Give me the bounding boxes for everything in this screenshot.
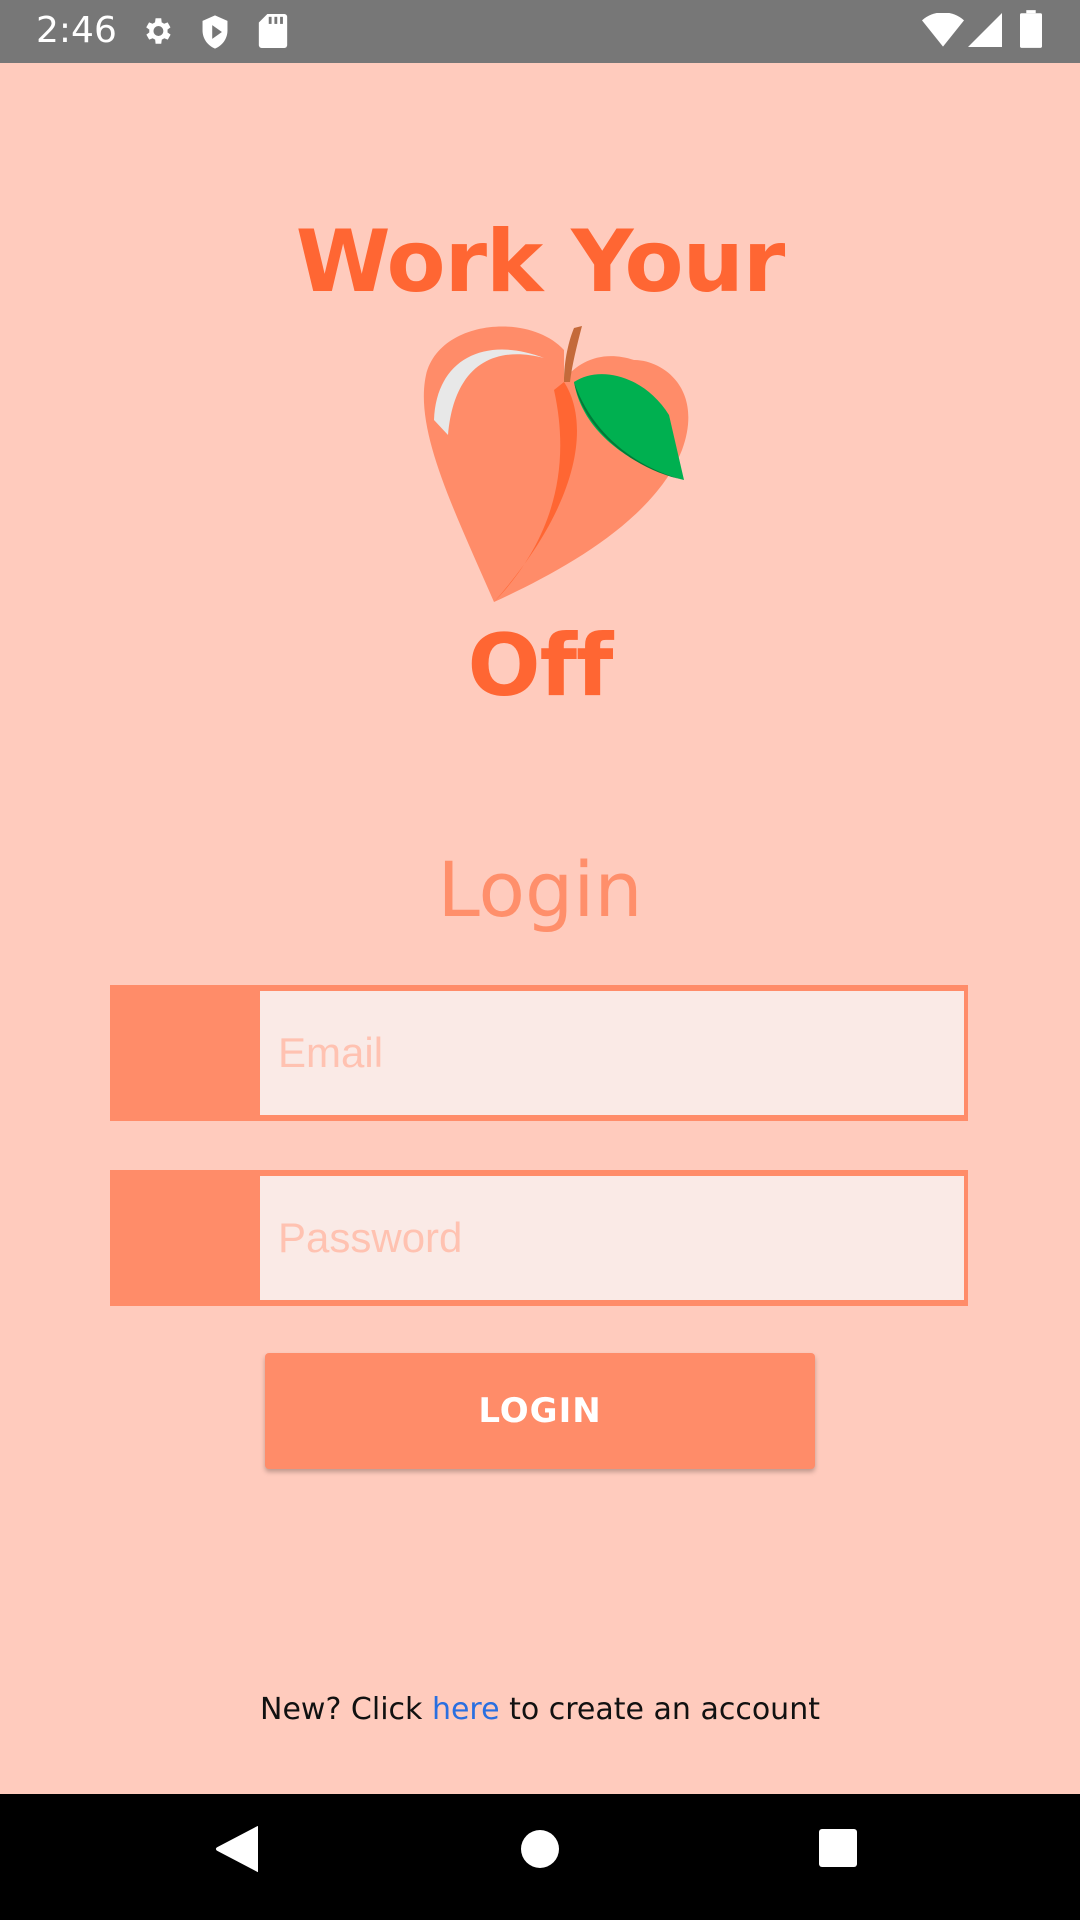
home-icon[interactable] xyxy=(519,1828,561,1874)
app-title-top: Work Your xyxy=(295,212,786,312)
email-field xyxy=(110,985,968,1121)
email-input[interactable] xyxy=(260,991,964,1115)
sd-card-icon xyxy=(258,14,288,52)
signup-suffix: to create an account xyxy=(499,1692,820,1727)
login-screen: 2:46 Work Your Off Login Email LOGIN New… xyxy=(0,0,1080,1920)
signup-prefix: New? Click xyxy=(260,1692,432,1727)
password-input[interactable] xyxy=(260,1176,964,1300)
settings-icon xyxy=(140,14,174,52)
back-icon[interactable] xyxy=(214,1824,260,1878)
signup-prompt: New? Click here to create an account xyxy=(0,1688,1080,1732)
peach-icon xyxy=(414,320,694,610)
app-title-bottom: Off xyxy=(467,616,614,716)
status-time: 2:46 xyxy=(36,10,117,51)
navigation-bar xyxy=(0,1794,1080,1920)
login-button[interactable]: LOGIN xyxy=(265,1353,815,1469)
shield-icon xyxy=(198,14,232,54)
battery-icon xyxy=(1020,10,1042,52)
signal-icon xyxy=(968,13,1002,51)
password-field xyxy=(110,1170,968,1306)
login-heading: Login xyxy=(437,845,643,934)
status-bar: 2:46 xyxy=(0,0,1080,63)
signup-link[interactable]: here xyxy=(432,1692,500,1727)
wifi-icon xyxy=(922,12,964,51)
recents-icon[interactable] xyxy=(818,1828,858,1872)
